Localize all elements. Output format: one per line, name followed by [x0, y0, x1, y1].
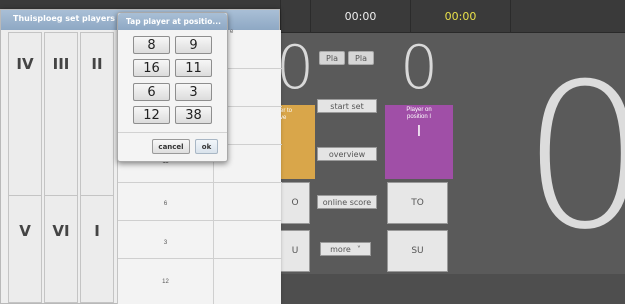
player-number-button[interactable]: 3	[175, 83, 212, 101]
more-label: more	[330, 244, 351, 254]
home-timeout-button[interactable]: O	[280, 182, 310, 224]
away-serve-panel: Player on position I I	[385, 105, 453, 179]
player-number: 3	[163, 240, 168, 246]
away-score[interactable]: 0	[400, 38, 438, 98]
away-timeout-button[interactable]: TO	[387, 182, 448, 224]
home-substitution-button[interactable]: U	[280, 230, 310, 272]
player-number-button[interactable]: 16	[133, 59, 170, 77]
player-number-button[interactable]: 9	[175, 36, 212, 54]
start-set-button[interactable]: start set	[317, 99, 377, 113]
chevron-down-icon: ˅	[356, 244, 361, 254]
list-item[interactable]: 6	[118, 182, 282, 220]
position-column-i[interactable]	[80, 195, 114, 303]
list-item[interactable]: 3	[118, 220, 282, 258]
position-label-i: I	[94, 222, 100, 240]
tap-player-popup: Tap player at positio... 8 9 16 11 6 3 1…	[117, 12, 228, 162]
overview-button[interactable]: overview	[317, 147, 377, 161]
player-button-2[interactable]: Pla	[348, 51, 374, 65]
set-timer: 00:00	[410, 0, 510, 33]
top-bar-cell	[510, 0, 625, 33]
player-number-button[interactable]: 38	[175, 106, 212, 124]
position-column-v[interactable]	[8, 195, 42, 303]
position-label-iii: III	[52, 55, 70, 73]
player-number: 12	[162, 279, 169, 285]
position-label-v: V	[19, 222, 31, 240]
player-button-1[interactable]: Pla	[319, 51, 345, 65]
match-timer: 00:00	[310, 0, 410, 33]
player-number: 6	[163, 201, 168, 207]
ok-button[interactable]: ok	[195, 139, 218, 154]
cancel-button[interactable]: cancel	[152, 139, 190, 154]
away-substitution-button[interactable]: SU	[387, 230, 448, 272]
player-number-button[interactable]: 6	[133, 83, 170, 101]
online-score-button[interactable]: online score	[317, 195, 377, 209]
player-number-button[interactable]: 12	[133, 106, 170, 124]
set-score: 0	[522, 41, 625, 274]
position-label-vi: VI	[52, 222, 70, 240]
player-position: I	[416, 123, 422, 140]
player-number-button[interactable]: 8	[133, 36, 170, 54]
home-serve-panel: er to ve	[280, 105, 315, 179]
more-button[interactable]: more ˅	[320, 242, 371, 256]
column-header-fragment: e	[230, 29, 234, 35]
player-number-button[interactable]: 11	[175, 59, 212, 77]
position-label-ii: II	[91, 55, 103, 73]
position-label-iv: IV	[16, 55, 34, 73]
player-on-position-label: Player on position I	[406, 107, 432, 120]
list-item[interactable]: 12	[118, 258, 282, 304]
popup-divider	[118, 132, 227, 133]
home-panel-label: er to ve	[280, 108, 293, 121]
position-column-vi[interactable]	[44, 195, 78, 303]
top-bar-cell	[280, 0, 310, 33]
popup-title: Tap player at positio...	[118, 13, 227, 30]
